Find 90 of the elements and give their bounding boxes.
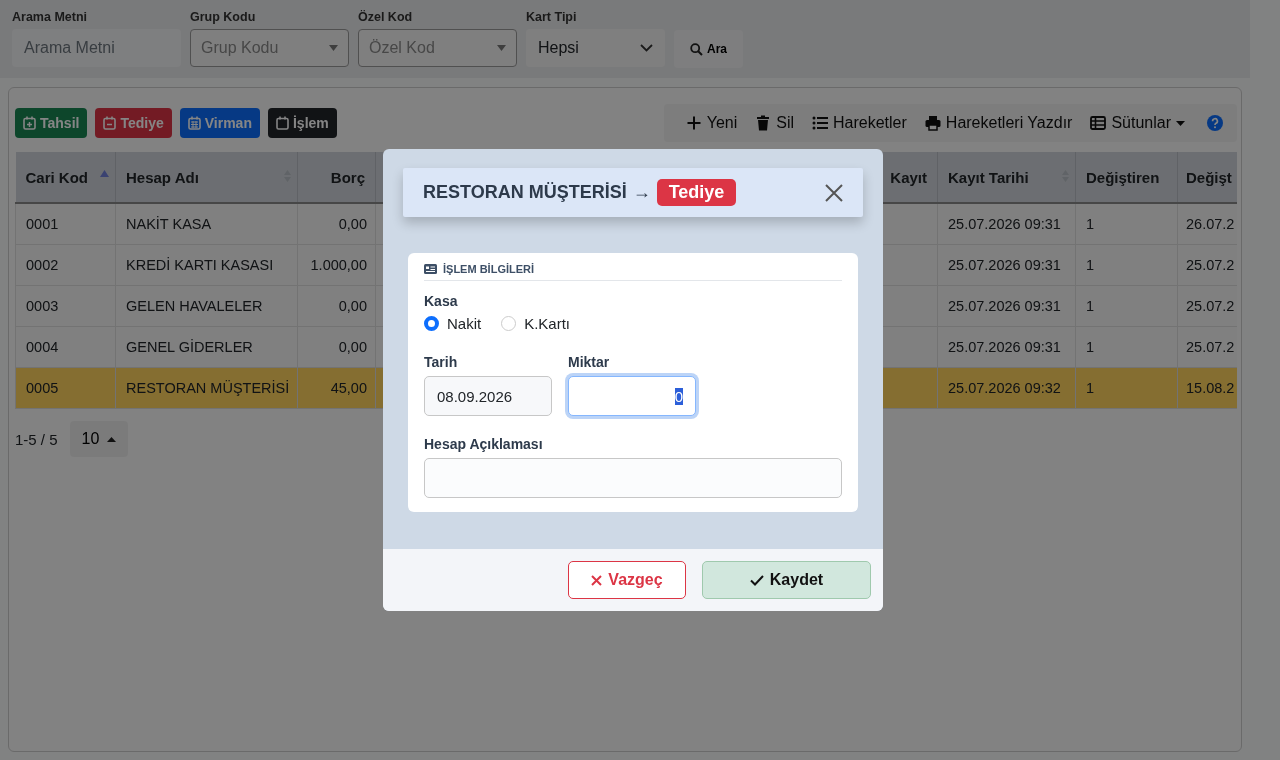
close-icon <box>591 574 603 586</box>
column-header[interactable]: Cari Kod <box>15 152 116 203</box>
table-cell: 1 <box>1075 244 1178 286</box>
field-label: Arama Metni <box>12 10 89 24</box>
table-cell: 1 <box>1075 203 1178 245</box>
search-icon <box>690 42 703 56</box>
date-field[interactable]: 08.09.2026 <box>424 376 552 416</box>
calendar-icon <box>275 116 289 130</box>
plus-icon <box>685 115 702 131</box>
page-size-button[interactable]: 10 <box>69 421 129 457</box>
radio-option[interactable]: Nakit <box>424 315 482 332</box>
table-cell: 25.07.2 <box>1177 244 1237 286</box>
toolbar-button[interactable]: Sil <box>747 114 802 132</box>
arrow-text: → <box>632 182 651 203</box>
action-button[interactable]: İşlem <box>267 108 337 138</box>
table-cell: 25.07.2 <box>1177 285 1237 327</box>
table-cell: 26.07.2 <box>1177 203 1237 245</box>
table-cell: 45,00 <box>297 367 376 409</box>
field-label: Grup Kodu <box>190 10 257 24</box>
caret-icon <box>329 45 338 51</box>
table-cell: 0001 <box>15 203 116 245</box>
table-cell: RESTORAN MÜŞTERİSİ <box>115 367 298 409</box>
column-header[interactable]: Değiştiren <box>1075 152 1178 203</box>
toolbar-button[interactable]: Hareketler <box>804 114 915 132</box>
table-cell: 15.08.2 <box>1177 367 1237 409</box>
table-cell: 0,00 <box>297 285 376 327</box>
action-button[interactable]: Tediye <box>95 108 172 138</box>
table-cell: 25.07.2026 09:31 <box>937 203 1076 245</box>
table-cell: 1 <box>1075 367 1178 409</box>
field-label: Özel Kod <box>358 10 414 24</box>
table-icon <box>1090 115 1107 131</box>
column-header[interactable]: Borç <box>297 152 376 203</box>
field-label: Miktar <box>568 354 611 370</box>
search-button[interactable]: Ara <box>674 30 743 68</box>
close-icon[interactable] <box>825 183 843 202</box>
printer-icon <box>924 115 941 131</box>
dialog-title: RESTORAN MÜŞTERİSİ <box>423 182 627 203</box>
field-label: Hesap Açıklaması <box>424 436 544 452</box>
trash-icon <box>755 115 772 131</box>
type-badge: Tediye <box>656 179 737 206</box>
section-title: İŞLEM BİLGİLERİ <box>443 263 535 275</box>
search-text-field[interactable]: Arama Metni <box>12 29 181 67</box>
action-button[interactable]: Virman <box>179 108 260 138</box>
id-card-icon <box>424 264 437 274</box>
cancel-button[interactable]: Vazgeç <box>568 561 686 599</box>
column-header[interactable]: Hesap Adı <box>115 152 298 203</box>
caret-icon <box>497 45 506 51</box>
toolbar-button[interactable]: Yeni <box>677 114 746 132</box>
select-field[interactable]: Hepsi <box>526 29 665 67</box>
amount-field[interactable]: 0 <box>568 376 696 416</box>
table-cell: 1 <box>1075 285 1178 327</box>
table-cell: GELEN HAVALELER <box>115 285 298 327</box>
table-cell: GENEL GİDERLER <box>115 326 298 368</box>
check-icon <box>749 574 764 586</box>
help-icon[interactable] <box>1207 115 1223 131</box>
radio-option[interactable]: K.Kartı <box>501 315 571 332</box>
table-cell: 0,00 <box>297 203 376 245</box>
table-cell: 0002 <box>15 244 116 286</box>
table-cell: 0004 <box>15 326 116 368</box>
toolbar-button[interactable]: Sütunlar <box>1082 114 1193 132</box>
save-button[interactable]: Kaydet <box>702 561 871 599</box>
table-cell: 25.07.2 <box>1177 326 1237 368</box>
calendar-minus-icon <box>103 116 117 130</box>
table-cell: 25.07.2026 09:32 <box>937 367 1076 409</box>
calendar-grid-icon <box>187 116 201 130</box>
chevron-icon <box>640 44 653 52</box>
table-cell: 1.000,00 <box>297 244 376 286</box>
table-cell: 25.07.2026 09:31 <box>937 326 1076 368</box>
pagination-range: 1-5 / 5 <box>15 430 58 448</box>
field-label: Kasa <box>424 293 459 309</box>
table-cell: 25.07.2026 09:31 <box>937 285 1076 327</box>
table-cell: 25.07.2026 09:31 <box>937 244 1076 286</box>
table-cell: 0,00 <box>297 326 376 368</box>
sort-ascending-icon <box>100 170 109 177</box>
toolbar-button[interactable]: Hareketleri Yazdır <box>916 114 1081 132</box>
table-cell: KREDİ KARTI KASASI <box>115 244 298 286</box>
caret-icon <box>107 436 117 442</box>
table-cell: 1 <box>1075 326 1178 368</box>
table-cell: 0005 <box>15 367 116 409</box>
list-icon <box>812 115 828 131</box>
column-header[interactable]: Kayıt Tarihi <box>937 152 1076 203</box>
table-cell: 0003 <box>15 285 116 327</box>
field-label: Tarih <box>424 354 459 370</box>
action-button[interactable]: Tahsil <box>15 108 88 138</box>
table-cell: NAKİT KASA <box>115 203 298 245</box>
caret-icon <box>1176 120 1185 126</box>
calendar-plus-icon <box>23 116 36 130</box>
column-header[interactable]: Değişt <box>1177 152 1237 203</box>
field-label: Kart Tipi <box>526 10 578 24</box>
description-field[interactable] <box>424 458 842 498</box>
